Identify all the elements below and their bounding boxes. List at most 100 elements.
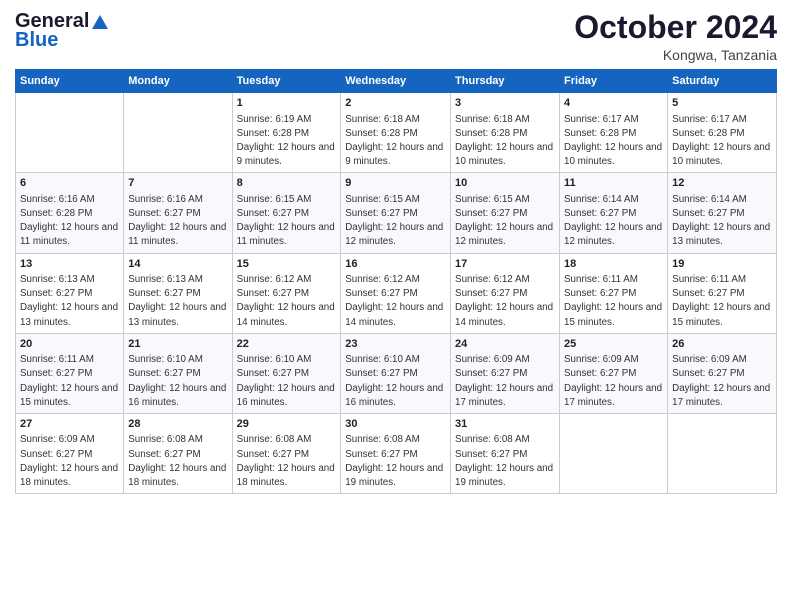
day-number: 12: [672, 176, 772, 191]
weekday-header-wednesday: Wednesday: [341, 70, 451, 93]
day-number: 28: [128, 417, 227, 432]
day-number: 23: [345, 337, 446, 352]
day-number: 4: [564, 96, 663, 111]
calendar-cell: 19Sunrise: 6:11 AMSunset: 6:27 PMDayligh…: [668, 253, 777, 333]
calendar-page: General Blue October 2024 Kongwa, Tanzan…: [0, 0, 792, 612]
calendar-week-row: 6 Sunrise: 6:16 AMSunset: 6:28 PMDaylight…: [16, 173, 777, 253]
calendar-week-row: 13Sunrise: 6:13 AMSunset: 6:27 PMDayligh…: [16, 253, 777, 333]
day-number: 8: [237, 176, 337, 191]
day-number: 2: [345, 96, 446, 111]
calendar-cell: 29Sunrise: 6:08 AMSunset: 6:27 PMDayligh…: [232, 414, 341, 494]
day-info: Sunrise: 6:12 AMSunset: 6:27 PMDaylight:…: [455, 273, 555, 330]
day-number: 27: [20, 417, 119, 432]
day-number: 21: [128, 337, 227, 352]
day-info: Sunrise: 6:13 AMSunset: 6:27 PMDaylight:…: [20, 273, 119, 330]
day-number: 30: [345, 417, 446, 432]
weekday-header-friday: Friday: [560, 70, 668, 93]
calendar-cell: 8 Sunrise: 6:15 AMSunset: 6:27 PMDaylight…: [232, 173, 341, 253]
day-number: 3: [455, 96, 555, 111]
calendar-cell: 23Sunrise: 6:10 AMSunset: 6:27 PMDayligh…: [341, 333, 451, 413]
day-info: Sunrise: 6:11 AMSunset: 6:27 PMDaylight:…: [672, 273, 772, 330]
calendar-cell: [124, 93, 232, 173]
calendar-cell: 22Sunrise: 6:10 AMSunset: 6:27 PMDayligh…: [232, 333, 341, 413]
day-number: 7: [128, 176, 227, 191]
day-number: 16: [345, 257, 446, 272]
day-info: Sunrise: 6:16 AMSunset: 6:28 PMDaylight:…: [20, 193, 119, 250]
calendar-cell: 11 Sunrise: 6:14 AMSunset: 6:27 PMDayligh…: [560, 173, 668, 253]
location: Kongwa, Tanzania: [574, 47, 777, 63]
calendar-cell: 10Sunrise: 6:15 AMSunset: 6:27 PMDayligh…: [451, 173, 560, 253]
day-number: 18: [564, 257, 663, 272]
calendar-cell: 21Sunrise: 6:10 AMSunset: 6:27 PMDayligh…: [124, 333, 232, 413]
weekday-header-row: SundayMondayTuesdayWednesdayThursdayFrid…: [16, 70, 777, 93]
day-info: Sunrise: 6:11 AMSunset: 6:27 PMDaylight:…: [564, 273, 663, 330]
weekday-header-sunday: Sunday: [16, 70, 124, 93]
calendar-cell: 26Sunrise: 6:09 AMSunset: 6:27 PMDayligh…: [668, 333, 777, 413]
calendar-cell: [668, 414, 777, 494]
page-header: General Blue October 2024 Kongwa, Tanzan…: [15, 10, 777, 63]
day-info: Sunrise: 6:09 AMSunset: 6:27 PMDaylight:…: [672, 353, 772, 410]
day-info: Sunrise: 6:15 AMSunset: 6:27 PMDaylight:…: [237, 193, 337, 250]
logo: General Blue: [15, 10, 110, 52]
day-info: Sunrise: 6:10 AMSunset: 6:27 PMDaylight:…: [345, 353, 446, 410]
calendar-cell: 27Sunrise: 6:09 AMSunset: 6:27 PMDayligh…: [16, 414, 124, 494]
day-number: 14: [128, 257, 227, 272]
calendar-cell: 28Sunrise: 6:08 AMSunset: 6:27 PMDayligh…: [124, 414, 232, 494]
calendar-cell: 25Sunrise: 6:09 AMSunset: 6:27 PMDayligh…: [560, 333, 668, 413]
day-info: Sunrise: 6:12 AMSunset: 6:27 PMDaylight:…: [237, 273, 337, 330]
day-info: Sunrise: 6:19 AMSunset: 6:28 PMDaylight:…: [237, 113, 337, 170]
day-info: Sunrise: 6:08 AMSunset: 6:27 PMDaylight:…: [455, 433, 555, 490]
calendar-cell: 4 Sunrise: 6:17 AMSunset: 6:28 PMDaylight…: [560, 93, 668, 173]
calendar-cell: 18Sunrise: 6:11 AMSunset: 6:27 PMDayligh…: [560, 253, 668, 333]
weekday-header-saturday: Saturday: [668, 70, 777, 93]
day-info: Sunrise: 6:09 AMSunset: 6:27 PMDaylight:…: [455, 353, 555, 410]
calendar-cell: 6 Sunrise: 6:16 AMSunset: 6:28 PMDaylight…: [16, 173, 124, 253]
calendar-cell: 17Sunrise: 6:12 AMSunset: 6:27 PMDayligh…: [451, 253, 560, 333]
calendar-table: SundayMondayTuesdayWednesdayThursdayFrid…: [15, 69, 777, 494]
day-info: Sunrise: 6:18 AMSunset: 6:28 PMDaylight:…: [455, 113, 555, 170]
calendar-cell: 16Sunrise: 6:12 AMSunset: 6:27 PMDayligh…: [341, 253, 451, 333]
day-info: Sunrise: 6:12 AMSunset: 6:27 PMDaylight:…: [345, 273, 446, 330]
day-number: 5: [672, 96, 772, 111]
calendar-cell: 7 Sunrise: 6:16 AMSunset: 6:27 PMDaylight…: [124, 173, 232, 253]
day-info: Sunrise: 6:18 AMSunset: 6:28 PMDaylight:…: [345, 113, 446, 170]
day-info: Sunrise: 6:15 AMSunset: 6:27 PMDaylight:…: [345, 193, 446, 250]
calendar-cell: [16, 93, 124, 173]
calendar-week-row: 27Sunrise: 6:09 AMSunset: 6:27 PMDayligh…: [16, 414, 777, 494]
day-number: 29: [237, 417, 337, 432]
day-info: Sunrise: 6:08 AMSunset: 6:27 PMDaylight:…: [128, 433, 227, 490]
day-number: 26: [672, 337, 772, 352]
day-number: 13: [20, 257, 119, 272]
calendar-cell: 2 Sunrise: 6:18 AMSunset: 6:28 PMDaylight…: [341, 93, 451, 173]
day-number: 6: [20, 176, 119, 191]
title-block: October 2024 Kongwa, Tanzania: [574, 10, 777, 63]
day-info: Sunrise: 6:10 AMSunset: 6:27 PMDaylight:…: [237, 353, 337, 410]
day-info: Sunrise: 6:14 AMSunset: 6:27 PMDaylight:…: [672, 193, 772, 250]
day-number: 20: [20, 337, 119, 352]
day-number: 31: [455, 417, 555, 432]
weekday-header-monday: Monday: [124, 70, 232, 93]
calendar-week-row: 20Sunrise: 6:11 AMSunset: 6:27 PMDayligh…: [16, 333, 777, 413]
calendar-cell: 30Sunrise: 6:08 AMSunset: 6:27 PMDayligh…: [341, 414, 451, 494]
calendar-cell: 9Sunrise: 6:15 AMSunset: 6:27 PMDaylight…: [341, 173, 451, 253]
day-number: 1: [237, 96, 337, 111]
calendar-week-row: 1 Sunrise: 6:19 AMSunset: 6:28 PMDaylight…: [16, 93, 777, 173]
month-title: October 2024: [574, 10, 777, 45]
day-info: Sunrise: 6:09 AMSunset: 6:27 PMDaylight:…: [564, 353, 663, 410]
day-info: Sunrise: 6:11 AMSunset: 6:27 PMDaylight:…: [20, 353, 119, 410]
day-info: Sunrise: 6:09 AMSunset: 6:27 PMDaylight:…: [20, 433, 119, 490]
calendar-cell: 12 Sunrise: 6:14 AMSunset: 6:27 PMDayligh…: [668, 173, 777, 253]
day-info: Sunrise: 6:16 AMSunset: 6:27 PMDaylight:…: [128, 193, 227, 250]
calendar-cell: 3 Sunrise: 6:18 AMSunset: 6:28 PMDaylight…: [451, 93, 560, 173]
logo-blue: Blue: [15, 29, 58, 52]
day-info: Sunrise: 6:17 AMSunset: 6:28 PMDaylight:…: [672, 113, 772, 170]
day-info: Sunrise: 6:13 AMSunset: 6:27 PMDaylight:…: [128, 273, 227, 330]
day-number: 11: [564, 176, 663, 191]
day-info: Sunrise: 6:17 AMSunset: 6:28 PMDaylight:…: [564, 113, 663, 170]
calendar-cell: 13Sunrise: 6:13 AMSunset: 6:27 PMDayligh…: [16, 253, 124, 333]
calendar-cell: 20Sunrise: 6:11 AMSunset: 6:27 PMDayligh…: [16, 333, 124, 413]
weekday-header-tuesday: Tuesday: [232, 70, 341, 93]
day-number: 22: [237, 337, 337, 352]
day-info: Sunrise: 6:14 AMSunset: 6:27 PMDaylight:…: [564, 193, 663, 250]
calendar-cell: 1 Sunrise: 6:19 AMSunset: 6:28 PMDaylight…: [232, 93, 341, 173]
